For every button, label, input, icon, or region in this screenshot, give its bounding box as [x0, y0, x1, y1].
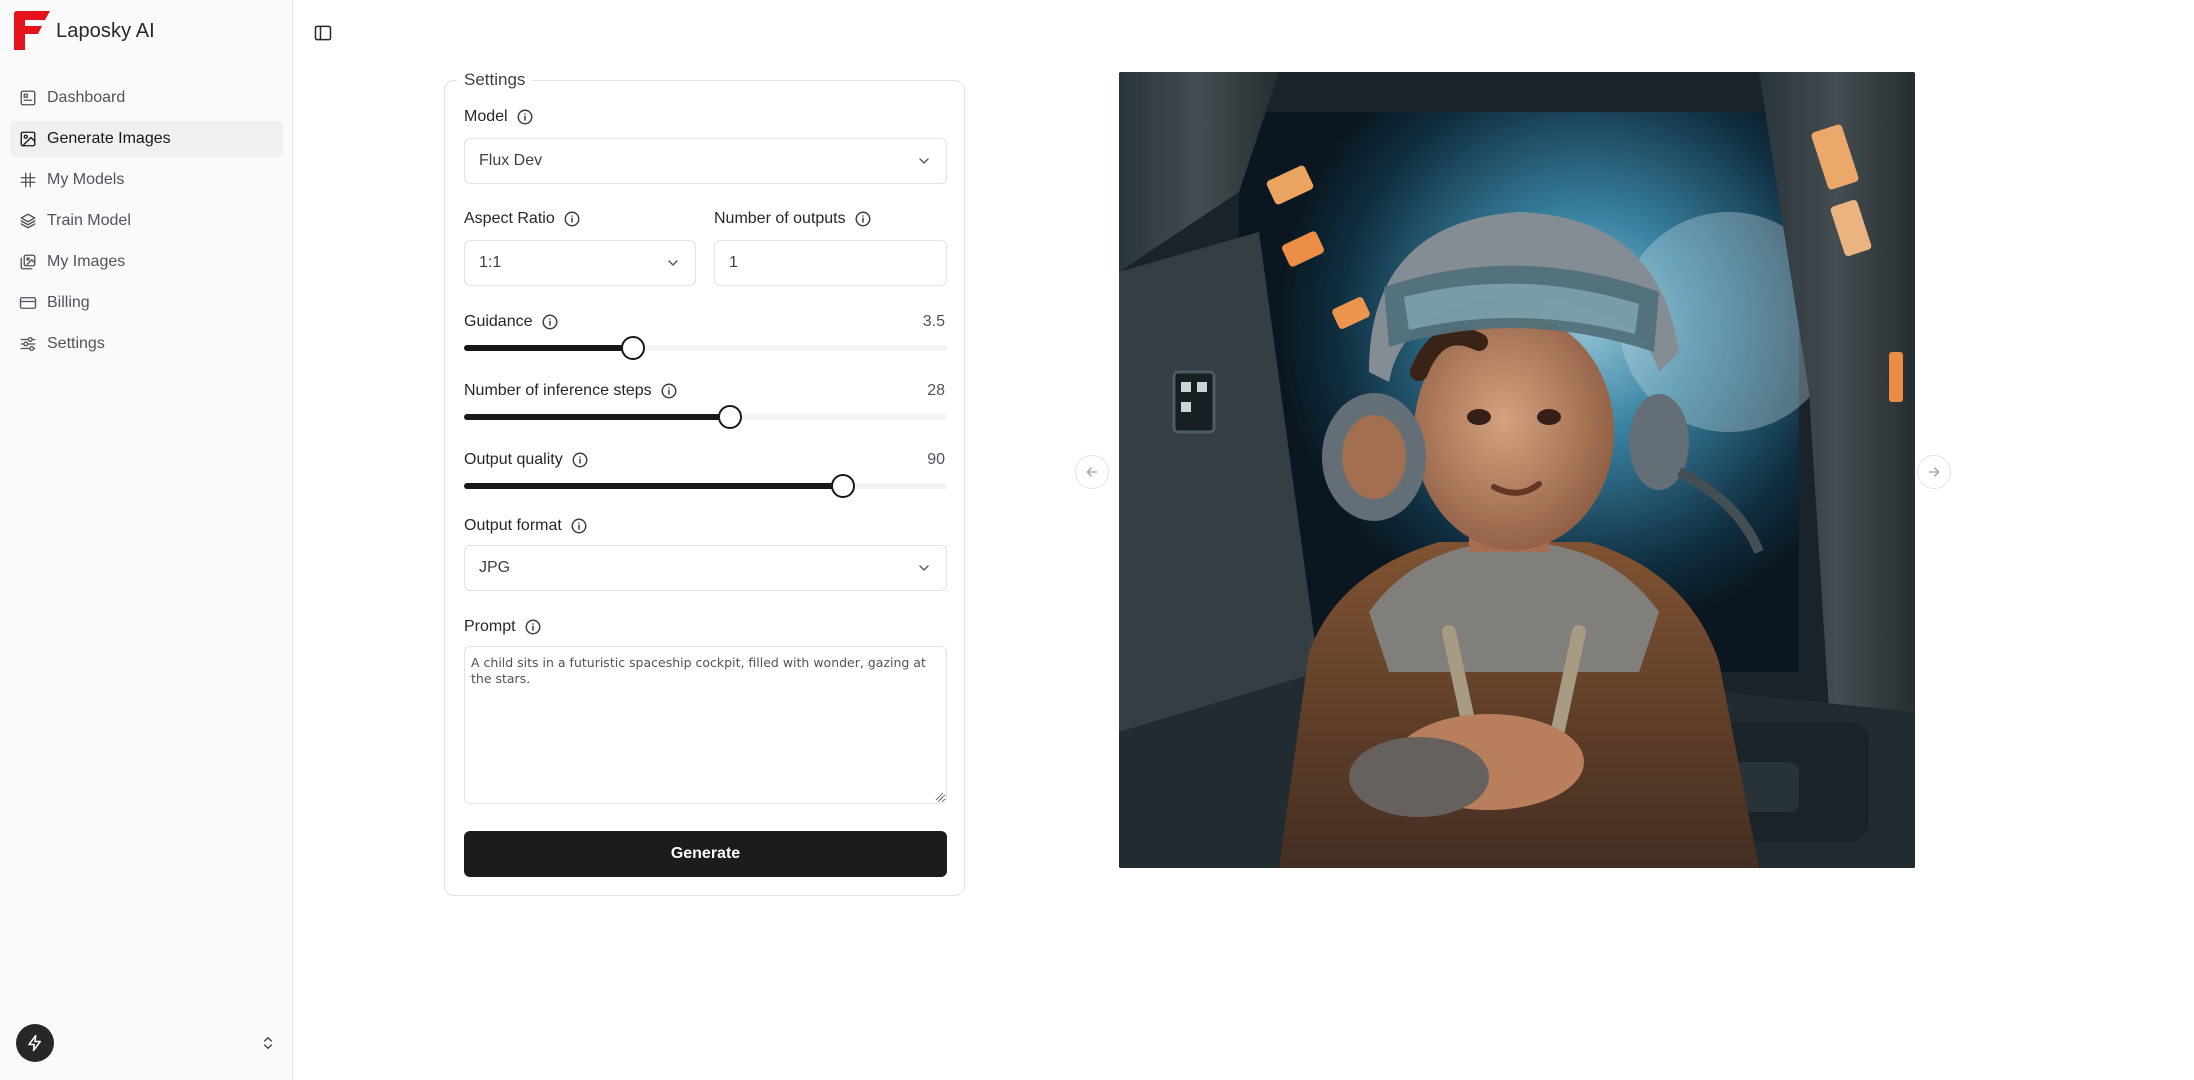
sidebar-nav: Dashboard Generate Images My Models Trai… — [10, 80, 283, 367]
guidance-label: Guidance — [464, 313, 559, 331]
sidebar-item-label: Train Model — [47, 212, 131, 229]
aspect-ratio-label-text: Aspect Ratio — [464, 210, 555, 227]
sidebar-item-my-images[interactable]: My Images — [10, 244, 283, 280]
aspect-ratio-select[interactable]: 1:1 — [464, 240, 696, 286]
slider-fill — [464, 345, 634, 351]
slider-thumb[interactable] — [831, 474, 856, 498]
account-switcher[interactable] — [16, 1022, 276, 1064]
model-label-text: Model — [464, 108, 508, 125]
aspect-ratio-label: Aspect Ratio — [464, 210, 581, 228]
bolt-icon — [28, 1034, 41, 1052]
aspect-ratio-select-value: 1:1 — [479, 254, 502, 271]
num-outputs-input[interactable]: 1 — [714, 240, 947, 286]
settings-panel: Settings Model Flux Dev Aspect Ratio 1:1… — [444, 70, 965, 896]
inference-steps-label-text: Number of inference steps — [464, 382, 652, 399]
output-quality-value: 90 — [927, 451, 945, 468]
output-format-select[interactable]: JPG — [464, 545, 947, 591]
prompt-label-text: Prompt — [464, 618, 516, 635]
guidance-slider[interactable] — [464, 336, 947, 360]
info-icon[interactable] — [571, 451, 589, 469]
dashboard-icon — [20, 90, 36, 106]
chevron-down-icon — [916, 560, 932, 576]
info-icon[interactable] — [563, 210, 581, 228]
arrow-right-icon — [1928, 467, 1940, 477]
sidebar-item-label: My Models — [47, 171, 125, 188]
sidebar-item-settings[interactable]: Settings — [10, 326, 283, 362]
info-icon[interactable] — [570, 517, 588, 535]
sliders-icon — [20, 336, 36, 352]
guidance-value: 3.5 — [922, 313, 945, 330]
output-quality-label: Output quality — [464, 451, 589, 469]
image-icon — [20, 131, 36, 147]
info-icon[interactable] — [541, 313, 559, 331]
arrow-left-icon — [1086, 467, 1098, 477]
brand[interactable]: Laposky AI — [12, 10, 155, 52]
layers-icon — [20, 213, 36, 229]
slider-thumb[interactable] — [717, 405, 742, 429]
app-name: Laposky AI — [56, 19, 155, 42]
prompt-text: A child sits in a futuristic spaceship c… — [471, 655, 926, 687]
output-format-select-value: JPG — [479, 559, 511, 576]
info-icon[interactable] — [524, 618, 542, 636]
chevron-down-icon — [665, 255, 681, 271]
model-label: Model — [464, 108, 534, 126]
sidebar-item-label: Settings — [47, 335, 105, 352]
sidebar-item-my-models[interactable]: My Models — [10, 162, 283, 198]
inference-steps-label: Number of inference steps — [464, 382, 678, 400]
sidebar-item-label: Billing — [47, 294, 90, 311]
slider-fill — [464, 483, 844, 489]
prompt-textarea[interactable]: A child sits in a futuristic spaceship c… — [464, 646, 947, 804]
sidebar-item-billing[interactable]: Billing — [10, 285, 283, 321]
info-icon[interactable] — [854, 210, 872, 228]
info-icon[interactable] — [660, 382, 678, 400]
sidebar-item-train-model[interactable]: Train Model — [10, 203, 283, 239]
sidebar-toggle-icon[interactable] — [313, 23, 333, 43]
slider-thumb[interactable] — [621, 336, 646, 360]
carousel-next-button[interactable] — [1917, 455, 1951, 489]
generate-button[interactable]: Generate — [464, 831, 947, 877]
resize-handle-icon[interactable] — [934, 791, 944, 801]
laposky-logo-icon — [14, 11, 50, 50]
generated-image[interactable] — [1119, 72, 1915, 868]
num-outputs-value: 1 — [729, 254, 738, 271]
chevrons-up-down-icon[interactable] — [260, 1035, 276, 1051]
prompt-label: Prompt — [464, 618, 542, 636]
output-format-label: Output format — [464, 517, 588, 535]
slider-fill — [464, 414, 730, 420]
generated-image-art — [1119, 72, 1915, 868]
num-outputs-label-text: Number of outputs — [714, 210, 846, 227]
chevron-down-icon — [916, 153, 932, 169]
info-icon[interactable] — [516, 108, 534, 126]
sidebar-item-dashboard[interactable]: Dashboard — [10, 80, 283, 116]
images-icon — [20, 254, 36, 270]
sidebar: Laposky AI Dashboard Generate Images My … — [0, 0, 293, 1080]
sidebar-item-label: Dashboard — [47, 89, 126, 106]
model-select-value: Flux Dev — [479, 152, 543, 169]
credit-card-icon — [19, 297, 37, 309]
output-quality-slider[interactable] — [464, 474, 947, 498]
inference-steps-value: 28 — [927, 382, 945, 399]
carousel-prev-button[interactable] — [1075, 455, 1109, 489]
output-quality-label-text: Output quality — [464, 451, 563, 468]
model-select[interactable]: Flux Dev — [464, 138, 947, 184]
bolt-button[interactable] — [16, 1024, 54, 1062]
settings-legend: Settings — [457, 70, 533, 90]
hash-icon — [20, 172, 36, 188]
inference-steps-slider[interactable] — [464, 405, 947, 429]
guidance-label-text: Guidance — [464, 313, 533, 330]
sidebar-item-generate-images[interactable]: Generate Images — [10, 121, 283, 157]
output-format-label-text: Output format — [464, 517, 562, 534]
sidebar-item-label: Generate Images — [47, 130, 171, 147]
num-outputs-label: Number of outputs — [714, 210, 872, 228]
sidebar-item-label: My Images — [47, 253, 126, 270]
